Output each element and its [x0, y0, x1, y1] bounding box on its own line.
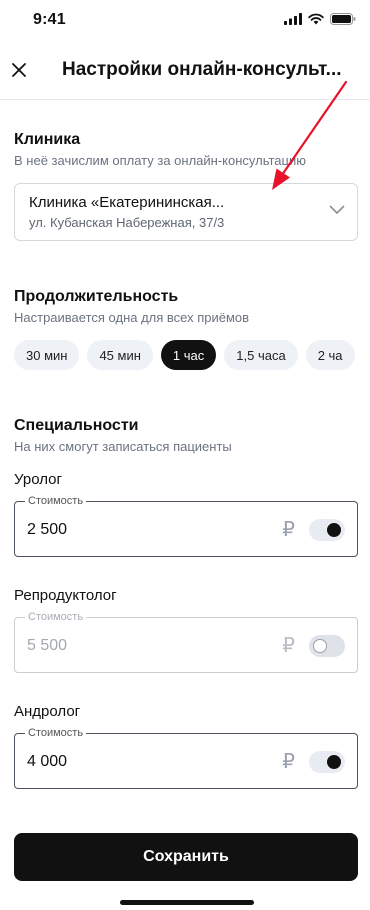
- price-legend: Стоимость: [25, 495, 87, 507]
- duration-section-title: Продолжительность: [14, 288, 179, 305]
- duration-chip-120[interactable]: 2 ча: [305, 340, 355, 370]
- toggle-knob: [327, 523, 341, 537]
- price-legend: Стоимость: [25, 727, 87, 739]
- specialties-section-title: Специальности: [14, 417, 139, 434]
- specialty-label: Уролог: [14, 471, 62, 488]
- toggle-knob: [313, 639, 327, 653]
- wifi-icon: [308, 13, 324, 25]
- toggle-knob: [327, 755, 341, 769]
- price-field[interactable]: Стоимость 2 500 ₽: [14, 495, 358, 557]
- specialties-section-subtitle: На них смогут записаться пациенты: [14, 439, 232, 454]
- chevron-down-icon: [329, 205, 345, 214]
- specialty-toggle[interactable]: [309, 751, 345, 773]
- ruble-icon: ₽: [282, 751, 295, 773]
- ruble-icon: ₽: [282, 635, 295, 657]
- duration-options: 30 мин 45 мин 1 час 1,5 часа 2 ча: [14, 340, 355, 370]
- status-bar: 9:41: [0, 0, 370, 40]
- duration-chip-90[interactable]: 1,5 часа: [224, 340, 298, 370]
- duration-section-subtitle: Настраивается одна для всех приёмов: [14, 310, 250, 325]
- clinic-section-subtitle: В неё зачислим оплату за онлайн-консульт…: [14, 153, 306, 168]
- price-input[interactable]: 2 500: [27, 521, 67, 539]
- close-button[interactable]: [6, 54, 32, 86]
- price-field-disabled[interactable]: Стоимость 5 500 ₽: [14, 611, 358, 673]
- page-title: Настройки онлайн-консульт...: [62, 59, 342, 80]
- battery-icon: [330, 13, 356, 25]
- clinic-address: ул. Кубанская Набережная, 37/3: [29, 215, 225, 230]
- duration-chip-60-selected[interactable]: 1 час: [160, 340, 217, 370]
- clinic-select[interactable]: Клиника «Екатерининская... ул. Кубанская…: [14, 183, 358, 241]
- status-time: 9:41: [33, 11, 66, 28]
- price-input[interactable]: 4 000: [27, 753, 67, 771]
- ruble-icon: ₽: [282, 519, 295, 541]
- save-button[interactable]: Сохранить: [14, 833, 358, 881]
- specialty-toggle[interactable]: [309, 635, 345, 657]
- duration-chip-45[interactable]: 45 мин: [87, 340, 153, 370]
- close-icon: [12, 63, 26, 77]
- price-legend: Стоимость: [25, 611, 87, 623]
- price-field[interactable]: Стоимость 4 000 ₽: [14, 727, 358, 789]
- specialty-label: Андролог: [14, 703, 81, 720]
- clinic-name: Клиника «Екатерининская...: [29, 194, 225, 211]
- price-input[interactable]: 5 500: [27, 637, 67, 655]
- status-icons: [284, 13, 356, 25]
- specialty-toggle[interactable]: [309, 519, 345, 541]
- nav-header: Настройки онлайн-консульт...: [0, 44, 370, 100]
- cellular-signal-icon: [284, 13, 302, 25]
- duration-chip-30[interactable]: 30 мин: [14, 340, 80, 370]
- home-indicator: [120, 900, 254, 905]
- specialty-label: Репродуктолог: [14, 587, 117, 604]
- clinic-section-title: Клиника: [14, 131, 81, 148]
